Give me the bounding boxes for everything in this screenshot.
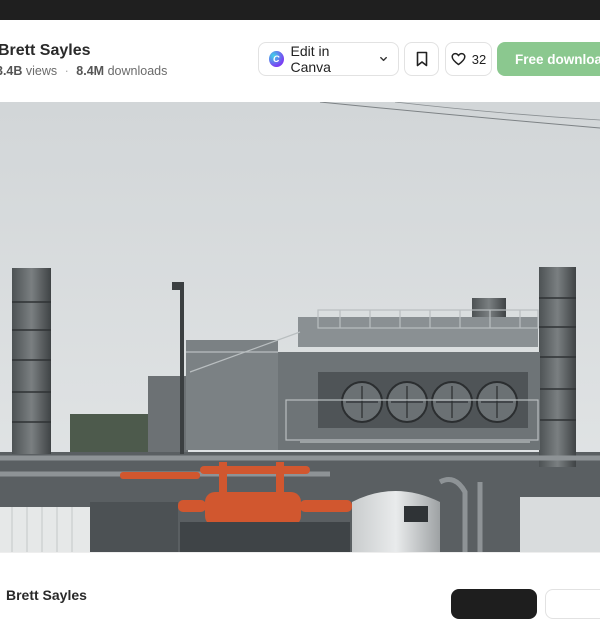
edit-in-canva-button[interactable]: C Edit in Canva: [258, 42, 399, 76]
views-label: views: [25, 64, 58, 78]
next-author-name[interactable]: Brett Sayles: [6, 587, 87, 603]
stats-separator: ·: [64, 64, 69, 78]
edit-in-canva-label: Edit in Canva: [290, 43, 331, 75]
next-follow-button[interactable]: [451, 589, 537, 619]
canva-logo-icon: C: [269, 51, 284, 67]
like-count: 32: [471, 51, 487, 67]
bookmark-button[interactable]: [404, 42, 439, 76]
views-count: 3.4B: [0, 64, 23, 78]
industrial-plant-image: [0, 102, 600, 552]
next-photo-header: Brett Sayles: [0, 552, 600, 619]
bookmark-icon: [416, 51, 427, 67]
photo-stats: 3.4B views · 8.4M downloads: [0, 64, 167, 78]
like-button[interactable]: 32: [445, 42, 492, 76]
downloads-count: 8.4M: [76, 64, 105, 78]
author-name[interactable]: Brett Sayles: [0, 42, 91, 60]
heart-icon: [451, 52, 466, 66]
photo[interactable]: [0, 102, 600, 552]
chevron-down-icon: [380, 56, 387, 62]
photo-header: Brett Sayles 3.4B views · 8.4M downloads…: [0, 20, 600, 102]
free-download-button[interactable]: Free download: [497, 42, 600, 76]
downloads-label: downloads: [107, 64, 168, 78]
top-strip: [0, 0, 600, 20]
next-secondary-button[interactable]: [545, 589, 600, 619]
